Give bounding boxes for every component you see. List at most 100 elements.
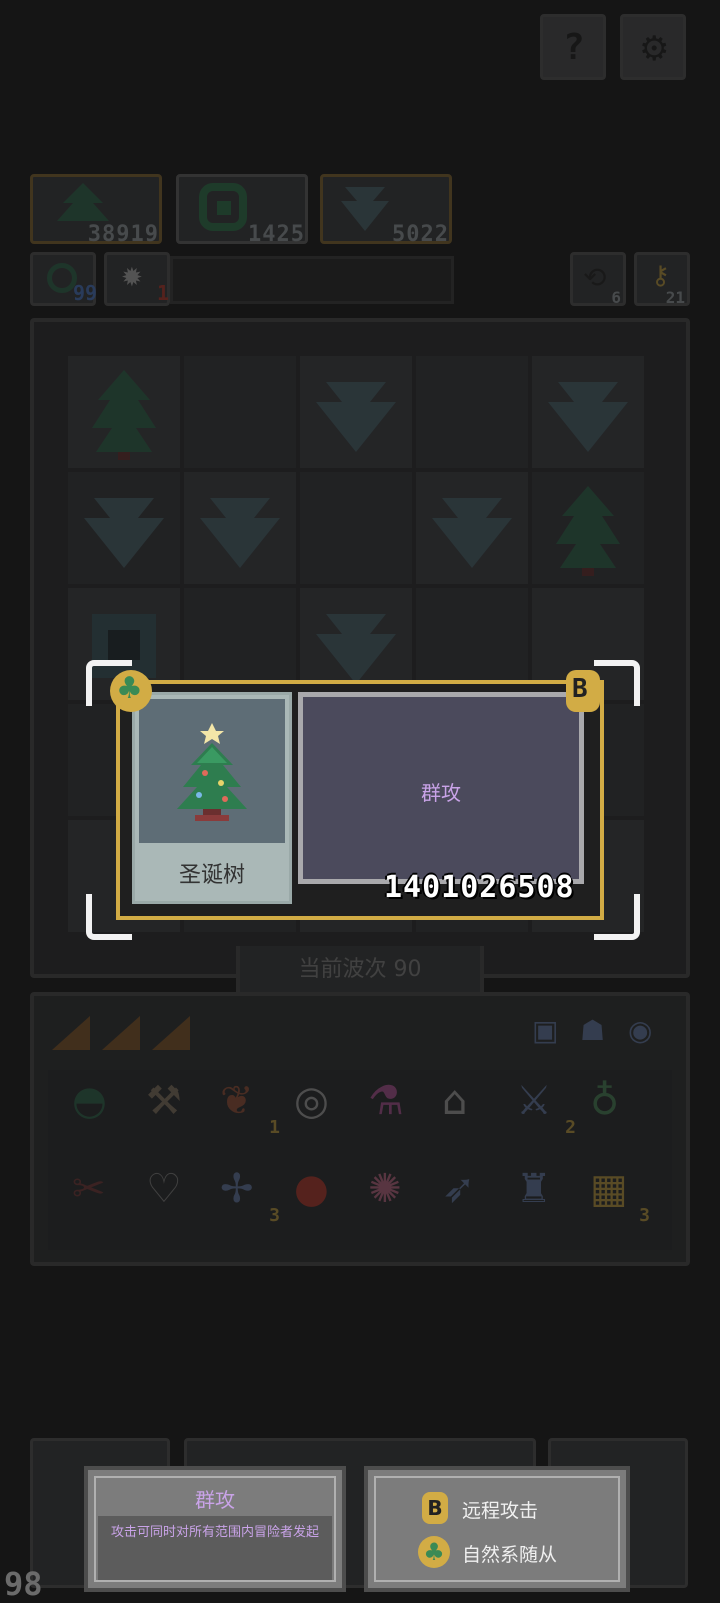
skill-tooltip-body-box: 攻击可同时对所有范围内冒险者发起 [98,1516,332,1580]
eye-icon: ◎ [294,1078,329,1124]
inventory-item-count: 2 [565,1117,576,1138]
board-cell[interactable] [184,356,296,468]
status-slot-4[interactable]: ⚷ 21 [634,252,690,307]
status-slot-3-count: 6 [611,288,621,307]
flask-icon: ♁ [590,1078,620,1124]
inventory-item[interactable]: ⚗ [368,1078,428,1138]
ribbon-icon: ✂ [72,1166,106,1212]
apple-icon: ● [294,1166,329,1212]
helmet-icon[interactable]: ▣ [532,1014,558,1047]
inventory-item[interactable]: ◎ [294,1078,354,1138]
creature-icon: ❦ [220,1078,254,1124]
inventory-item[interactable]: ❦ 1 [220,1078,280,1138]
resource-swirl-value: 1425 [248,222,305,247]
status-slot-2-count: 1 [157,281,170,305]
inventory-item[interactable]: ♁ [590,1078,650,1138]
trait-row: B 远程攻击 [418,1492,618,1524]
settings-button[interactable]: ⚙ [620,14,686,80]
inventory-item[interactable]: ▦ 3 [590,1166,650,1226]
crystal-icon [548,382,628,452]
bow-icon: B [572,674,588,704]
unit-portrait [139,699,285,843]
inventory-item[interactable]: ● [294,1166,354,1226]
inventory-item[interactable]: ⚔ 2 [516,1078,576,1138]
inventory-tabs [52,1008,202,1056]
board-cell[interactable] [300,356,412,468]
skill-name: 群攻 [421,781,461,805]
inventory-item[interactable]: ⌂ [442,1078,502,1138]
refresh-icon: ⟲ [583,261,607,294]
orb-icon[interactable]: ◉ [628,1014,652,1047]
board-cell[interactable] [68,356,180,468]
status-slot-1-count: 99 [73,281,98,305]
crystal-icon [84,498,164,568]
inventory-item[interactable]: ✢ 3 [220,1166,280,1226]
inventory-grid: ◓ ⚒ ❦ 1 ◎ ⚗ ⌂ ⚔ 2 ♁ ✂ ♡ ✢ 3 ● ✺ ➶ ♜ ▦ 3 [48,1070,672,1250]
filter-icons: ▣ ☗ ◉ [524,1010,684,1054]
skill-panel: 群攻 [298,692,584,884]
status-slot-3[interactable]: ⟲ 6 [570,252,626,307]
skill-tooltip-description: 攻击可同时对所有范围内冒险者发起 [110,1525,319,1540]
clover-trait-icon: ♣ [418,1536,450,1568]
bow-badge: B [566,670,600,712]
hammer-icon: ⚒ [146,1078,182,1124]
bow-trait-icon: B [422,1492,448,1524]
key-icon: ⚷ [651,261,671,291]
inventory-item[interactable]: ⚒ [146,1078,206,1138]
status-bar [170,256,454,304]
trait-tooltip: B 远程攻击 ♣ 自然系随从 [364,1466,630,1592]
gear-icon: ⚙ [639,29,670,69]
question-icon: ? [563,27,585,68]
bottom-left-counter: 98 [4,1565,43,1603]
armor-icon[interactable]: ☗ [580,1014,605,1047]
inventory-item[interactable]: ✺ [368,1166,428,1226]
basket-icon: ⌂ [442,1078,468,1124]
inventory-item[interactable]: ♜ [516,1166,576,1226]
clover-badge: ♣ [110,670,152,712]
tab-triangle-1[interactable] [52,1016,90,1050]
tree-icon [92,370,156,460]
unit-id-number: 1401026508 [384,870,575,905]
help-button[interactable]: ? [540,14,606,80]
board-cell[interactable] [532,472,644,584]
windmill-icon: ✢ [220,1166,254,1212]
skill-tooltip: 群攻 攻击可同时对所有范围内冒险者发起 [84,1466,346,1592]
board-cell[interactable] [416,472,528,584]
resource-crystal-value: 5022 [392,222,449,247]
board-cell[interactable] [416,356,528,468]
swirl-icon [199,183,247,231]
inventory-item[interactable]: ➶ [442,1166,502,1226]
status-slot-4-count: 21 [665,288,685,307]
inventory-item[interactable]: ✂ [72,1166,132,1226]
shell-icon: ◓ [72,1078,107,1124]
inventory-item-count: 3 [639,1205,650,1226]
status-slot-1[interactable]: 99 [30,252,98,306]
unit-portrait-panel: 圣诞树 [132,692,292,904]
resource-swirl: 1425 [176,174,308,247]
trait-row: ♣ 自然系随从 [418,1536,618,1568]
inventory-item[interactable]: ◓ [72,1078,132,1138]
board-cell[interactable] [68,472,180,584]
resource-tree-value: 38919 [87,222,159,247]
board-cell[interactable] [300,472,412,584]
trait-label: 自然系随从 [462,1544,558,1566]
inventory-item[interactable]: ♡ [146,1166,206,1226]
heart-icon: ♡ [146,1166,182,1212]
status-slot-2[interactable]: ✹ 1 [104,252,170,306]
bottle-icon: ♜ [516,1166,552,1212]
tab-triangle-2[interactable] [102,1016,140,1050]
crystal-icon [432,498,512,568]
crystal-icon [200,498,280,568]
board-cell[interactable] [532,356,644,468]
axe-icon: ⚔ [516,1078,552,1124]
flower-icon: ✺ [368,1166,402,1212]
cage-icon: ▦ [590,1166,628,1212]
unit-name: 圣诞树 [178,863,245,888]
potion-icon: ⚗ [368,1078,404,1124]
unit-card[interactable]: 圣诞树 群攻 ♣ B 1401026508 [110,670,604,920]
board-cell[interactable] [184,472,296,584]
tab-triangle-3[interactable] [152,1016,190,1050]
inventory-item-count: 3 [269,1205,280,1226]
resource-crystal: 5022 [320,174,452,247]
wave-label: 当前波次 90 [298,957,422,982]
